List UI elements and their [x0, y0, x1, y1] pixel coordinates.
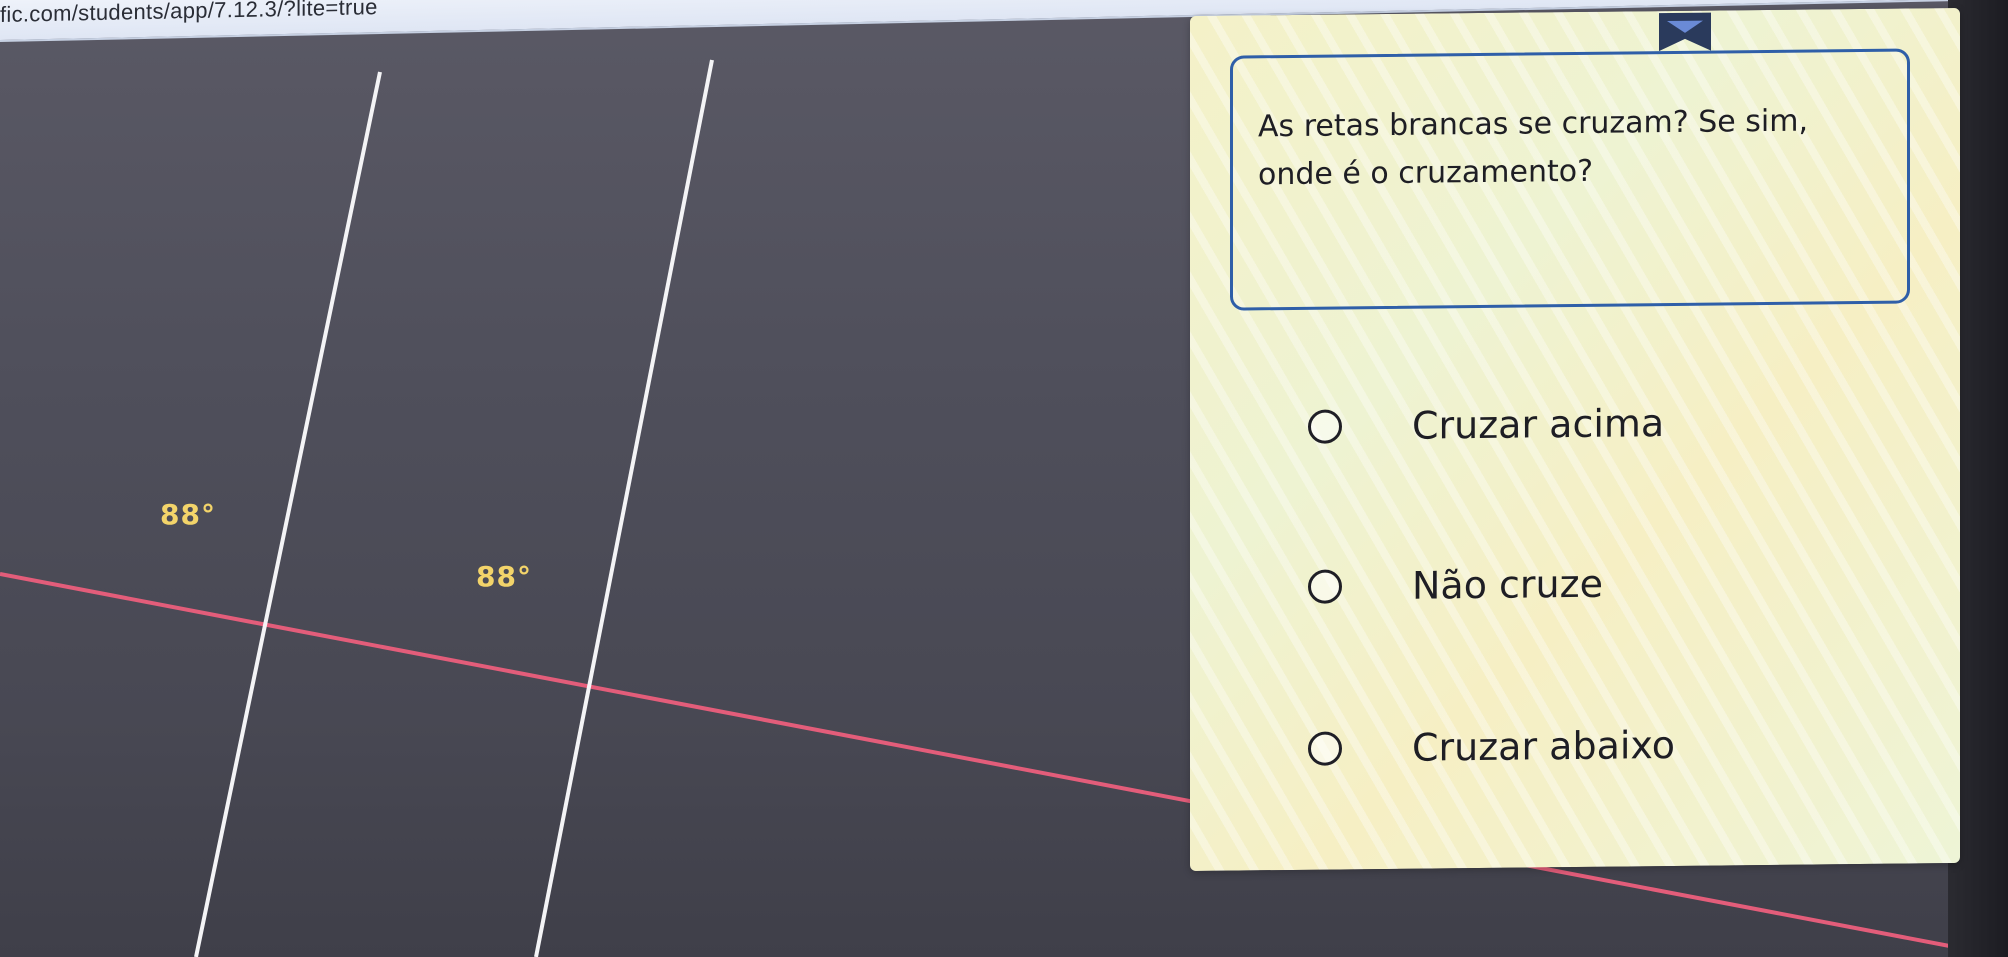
white-line-left[interactable] — [194, 71, 382, 957]
radio-button[interactable] — [1308, 569, 1342, 604]
option-no-cross[interactable]: Não cruze — [1308, 562, 1603, 609]
radio-button[interactable] — [1308, 409, 1342, 444]
angle-label-right: 88° — [476, 560, 532, 593]
question-panel: As retas brancas se cruzam? Se sim, onde… — [1190, 7, 1960, 872]
option-label: Cruzar abaixo — [1412, 722, 1675, 770]
option-cross-above[interactable]: Cruzar acima — [1308, 401, 1664, 449]
option-cross-below[interactable]: Cruzar abaixo — [1308, 723, 1675, 771]
drag-handle-icon[interactable] — [1655, 7, 1715, 56]
option-label: Não cruze — [1412, 561, 1603, 608]
radio-button[interactable] — [1308, 731, 1342, 766]
app-screen: fic.com/students/app/7.12.3/?lite=true 8… — [0, 0, 2008, 957]
white-line-right[interactable] — [534, 59, 714, 957]
option-label: Cruzar acima — [1412, 401, 1665, 448]
angle-label-left: 88° — [160, 498, 216, 531]
question-text: As retas brancas se cruzam? Se sim, onde… — [1258, 103, 1808, 193]
